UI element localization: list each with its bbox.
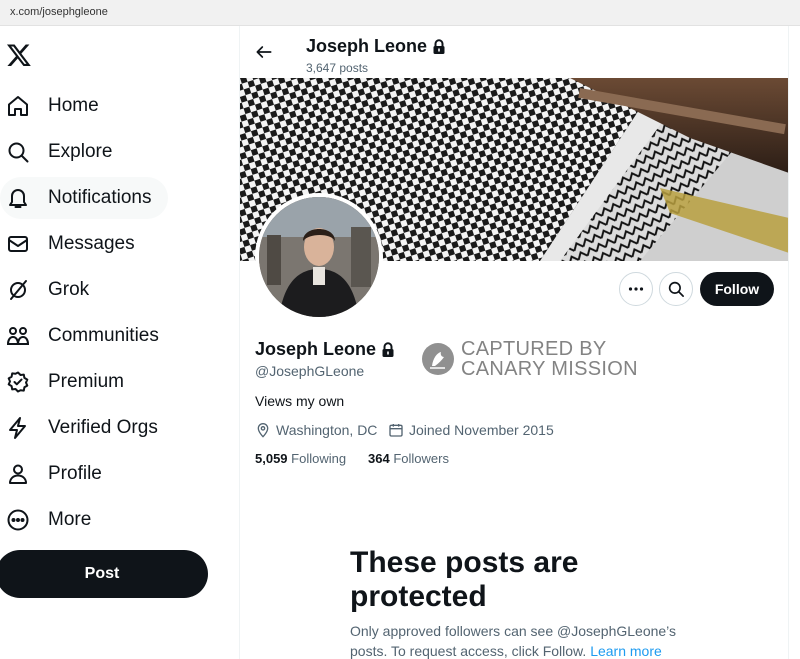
post-button[interactable]: Post [0,550,208,598]
sidebar-item-label: Home [48,95,99,116]
profile-name: Joseph Leone [255,339,377,359]
lock-icon [433,38,445,54]
profile-handle: @JosephGLeone [255,363,365,379]
sidebar-item-grok[interactable]: Grok [0,269,105,311]
verified-badge-icon [7,371,29,393]
joined-text: Joined November 2015 [409,422,554,438]
profile-avatar[interactable] [255,193,383,321]
x-logo-icon[interactable] [6,42,32,68]
sidebar-item-messages[interactable]: Messages [0,223,151,265]
header-name: Joseph Leone [306,36,428,56]
envelope-icon [8,236,28,252]
followers-label: Followers [393,451,449,466]
watermark-line-2: CANARY MISSION [461,358,638,380]
learn-more-link[interactable]: Learn more [590,643,662,659]
sidebar-item-label: Grok [48,279,90,300]
location-text: Washington, DC [276,422,378,438]
sidebar-item-verified-orgs[interactable]: Verified Orgs [0,407,174,449]
profile-bio: Views my own [255,393,345,409]
location-pin-icon [257,423,269,438]
people-icon [6,327,30,345]
sidebar-item-label: Profile [48,463,102,484]
header-post-count: 3,647 posts [306,61,369,75]
url-text: x.com/josephgleone [10,6,108,18]
grok-icon [10,280,27,300]
sidebar-item-home[interactable]: Home [0,85,115,127]
sidebar-item-premium[interactable]: Premium [0,361,140,403]
search-icon [668,281,684,297]
sidebar-item-label: Verified Orgs [48,417,158,438]
back-arrow-icon[interactable] [254,42,274,62]
home-icon [8,96,28,116]
sidebar-item-more[interactable]: More [0,499,107,541]
sidebar-item-label: Notifications [48,187,152,208]
sidebar-item-label: More [48,509,92,530]
profile-name-row: Joseph Leone [255,339,395,360]
canary-mission-watermark: CAPTURED BY CANARY MISSION [421,339,638,379]
sidebar-item-profile[interactable]: Profile [0,453,118,495]
profile-column: Joseph Leone 3,647 posts Follow Joseph L… [239,26,789,659]
followers-link[interactable]: 364 Followers [368,451,449,466]
more-circle-icon [7,509,29,531]
search-icon [8,142,29,163]
more-dots-icon [628,287,644,291]
following-count: 5,059 [255,451,288,466]
watermark-line-1: CAPTURED BY [461,338,607,360]
protected-title: These posts are protected [350,546,579,613]
calendar-icon [389,424,403,437]
protected-message: Only approved followers can see @JosephG… [350,621,690,659]
sidebar-nav: Home Explore Notifications Messages Grok… [0,26,240,659]
lock-icon [382,341,394,357]
header-title: Joseph Leone [306,36,446,57]
following-link[interactable]: 5,059 Following [255,451,346,466]
watermark-text: CAPTURED BY CANARY MISSION [461,339,638,379]
sidebar-item-explore[interactable]: Explore [0,131,128,173]
follow-button[interactable]: Follow [700,272,774,306]
profile-joined: Joined November 2015 [388,422,554,438]
sidebar-item-label: Premium [48,371,125,392]
address-bar[interactable]: x.com/josephgleone [0,0,800,26]
lightning-icon [9,417,26,439]
search-profile-button[interactable] [659,272,693,306]
sidebar-item-label: Messages [48,233,135,254]
profile-location: Washington, DC [255,422,377,438]
avatar-photo [259,197,379,317]
followers-count: 364 [368,451,390,466]
person-icon [9,464,27,484]
following-label: Following [291,451,347,466]
bell-icon [9,189,27,208]
sidebar-item-label: Explore [48,141,113,162]
sidebar-item-communities[interactable]: Communities [0,315,175,357]
canary-logo-icon [422,343,454,375]
more-options-button[interactable] [619,272,653,306]
sidebar-item-notifications[interactable]: Notifications [0,177,168,219]
sidebar-item-label: Communities [48,325,159,346]
